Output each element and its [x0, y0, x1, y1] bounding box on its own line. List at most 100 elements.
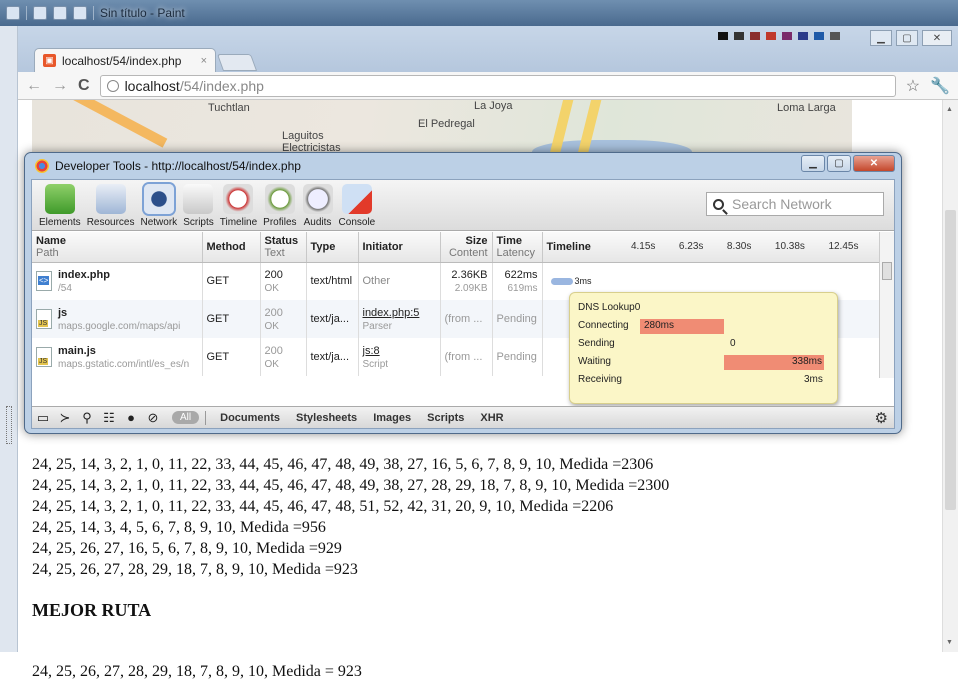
header-label: Timeline	[546, 240, 591, 253]
back-arrow-icon[interactable]: ←	[26, 77, 42, 95]
tab-scripts[interactable]: Scripts	[180, 184, 217, 230]
column-initiator[interactable]: Initiator	[358, 232, 441, 263]
wrench-menu-icon[interactable]: 🔧	[930, 76, 950, 96]
request-initiator-link[interactable]: index.php:5	[363, 307, 420, 319]
separator	[205, 410, 207, 425]
request-status: 200	[264, 268, 283, 281]
best-route-heading: MEJOR RUTA	[32, 600, 152, 620]
timing-value: 280ms	[644, 320, 675, 331]
page-scrollbar[interactable]: ▲ ▼	[942, 100, 958, 652]
column-status[interactable]: Status Text	[260, 232, 307, 263]
reload-icon[interactable]: C	[78, 77, 90, 95]
request-initiator: Other	[362, 275, 391, 288]
new-tab-button[interactable]	[216, 54, 258, 71]
filter-images[interactable]: Images	[373, 412, 411, 424]
request-name: main.js	[58, 344, 96, 357]
forward-arrow-icon[interactable]: →	[52, 77, 68, 95]
dock-icon[interactable]: ▭	[32, 410, 54, 426]
redo-icon[interactable]	[73, 6, 87, 20]
request-type: text/html	[306, 262, 359, 300]
maximize-button[interactable]: ▢	[896, 30, 918, 46]
timing-value: 0	[634, 302, 641, 313]
resources-icon	[95, 184, 126, 214]
search-network-input[interactable]: Search Network	[706, 192, 884, 216]
tab-network[interactable]: Network	[138, 184, 181, 230]
devtools-minimize-button[interactable]: ▁	[801, 155, 825, 172]
column-time[interactable]: Time Latency	[492, 232, 543, 263]
scroll-down-arrow-icon[interactable]: ▼	[946, 639, 953, 646]
timing-value: 3ms	[804, 374, 823, 385]
bookmark-star-icon[interactable]: ☆	[906, 76, 920, 96]
tab-label: Scripts	[183, 217, 214, 228]
column-method[interactable]: Method	[202, 232, 261, 263]
request-status: 200	[264, 306, 283, 319]
column-type[interactable]: Type	[306, 232, 359, 263]
table-header-row: Name Path Method Status Text Type Initiato…	[32, 232, 880, 263]
profiles-icon	[264, 184, 295, 214]
paint-app-icon[interactable]	[6, 6, 20, 20]
gear-icon[interactable]: ⚙	[875, 409, 888, 427]
window-controls: ▁ ▢ ✕	[870, 30, 952, 46]
filter-all[interactable]: All	[172, 411, 200, 424]
canvas-resize-handle[interactable]	[6, 406, 12, 444]
close-button[interactable]: ✕	[922, 30, 952, 46]
column-timeline[interactable]: Timeline 4.15s 6.23s 8.30s 10.38s 12.45s	[542, 232, 880, 263]
record-icon[interactable]: ●	[120, 410, 142, 425]
audits-icon	[302, 184, 333, 214]
page-info-icon[interactable]	[106, 79, 119, 92]
tab-label: Resources	[86, 217, 135, 228]
tab-label: Timeline	[219, 217, 258, 228]
request-initiator-link[interactable]: js:8	[363, 345, 380, 357]
search-placeholder: Search Network	[732, 196, 832, 212]
clear-icon[interactable]: ⊘	[142, 410, 164, 426]
filter-documents[interactable]: Documents	[220, 412, 280, 424]
map-label: Loma Larga	[777, 102, 836, 114]
filter-stylesheets[interactable]: Stylesheets	[296, 412, 357, 424]
search-icon	[713, 198, 724, 210]
request-latency: 619ms	[507, 282, 538, 294]
best-route-result: 24, 25, 26, 27, 28, 29, 18, 7, 8, 9, 10,…	[32, 663, 362, 680]
search-icon[interactable]: ⚲	[76, 410, 98, 426]
request-initiator-type: Script	[362, 358, 389, 370]
tab-close-icon[interactable]: ×	[201, 55, 207, 67]
console-drawer-icon[interactable]: ≻	[54, 410, 76, 426]
scrollbar-thumb[interactable]	[882, 262, 892, 280]
large-rows-icon[interactable]: ☷	[98, 410, 120, 426]
tab-console[interactable]: Console	[336, 184, 379, 230]
devtools-title-bar: Developer Tools - http://localhost/54/in…	[25, 153, 901, 179]
tab-resources[interactable]: Resources	[84, 184, 138, 230]
tab-elements[interactable]: Elements	[36, 184, 84, 230]
request-status-text: OK	[264, 358, 279, 370]
column-size[interactable]: Size Content	[440, 232, 493, 263]
devtools-window: Developer Tools - http://localhost/54/in…	[24, 152, 902, 434]
tab-timeline[interactable]: Timeline	[217, 184, 260, 230]
map-road	[56, 100, 168, 148]
tab-audits[interactable]: Audits	[300, 184, 336, 230]
column-name[interactable]: Name Path	[32, 232, 203, 263]
timing-value: 338ms	[792, 356, 823, 367]
undo-icon[interactable]	[53, 6, 67, 20]
paint-canvas-left-strip	[0, 26, 18, 652]
request-size: 2.36KB	[451, 268, 488, 281]
minimize-button[interactable]: ▁	[870, 30, 892, 46]
address-bar[interactable]: localhost/54/index.php	[99, 74, 896, 97]
timeline-tick: 12.45s	[828, 241, 859, 253]
timing-value: 0	[730, 338, 736, 349]
scroll-up-arrow-icon[interactable]: ▲	[946, 106, 953, 113]
devtools-maximize-button[interactable]: ▢	[827, 155, 851, 172]
network-scrollbar[interactable]	[879, 232, 894, 378]
script-file-icon	[36, 347, 52, 367]
request-path: maps.google.com/maps/api	[58, 320, 181, 332]
browser-tab[interactable]: ▣ localhost/54/index.php ×	[34, 48, 216, 72]
request-time: Pending	[492, 300, 543, 338]
save-icon[interactable]	[33, 6, 47, 20]
scrollbar-thumb[interactable]	[945, 210, 956, 510]
request-size: (from ...	[440, 300, 493, 338]
filter-xhr[interactable]: XHR	[480, 412, 503, 424]
devtools-close-button[interactable]: ✕	[853, 155, 895, 172]
tab-profiles[interactable]: Profiles	[260, 184, 299, 230]
map-label: La Joya	[474, 100, 513, 112]
timeline-bar[interactable]	[550, 277, 573, 285]
timing-label: DNS Lookup	[578, 302, 635, 313]
filter-scripts[interactable]: Scripts	[427, 412, 464, 424]
